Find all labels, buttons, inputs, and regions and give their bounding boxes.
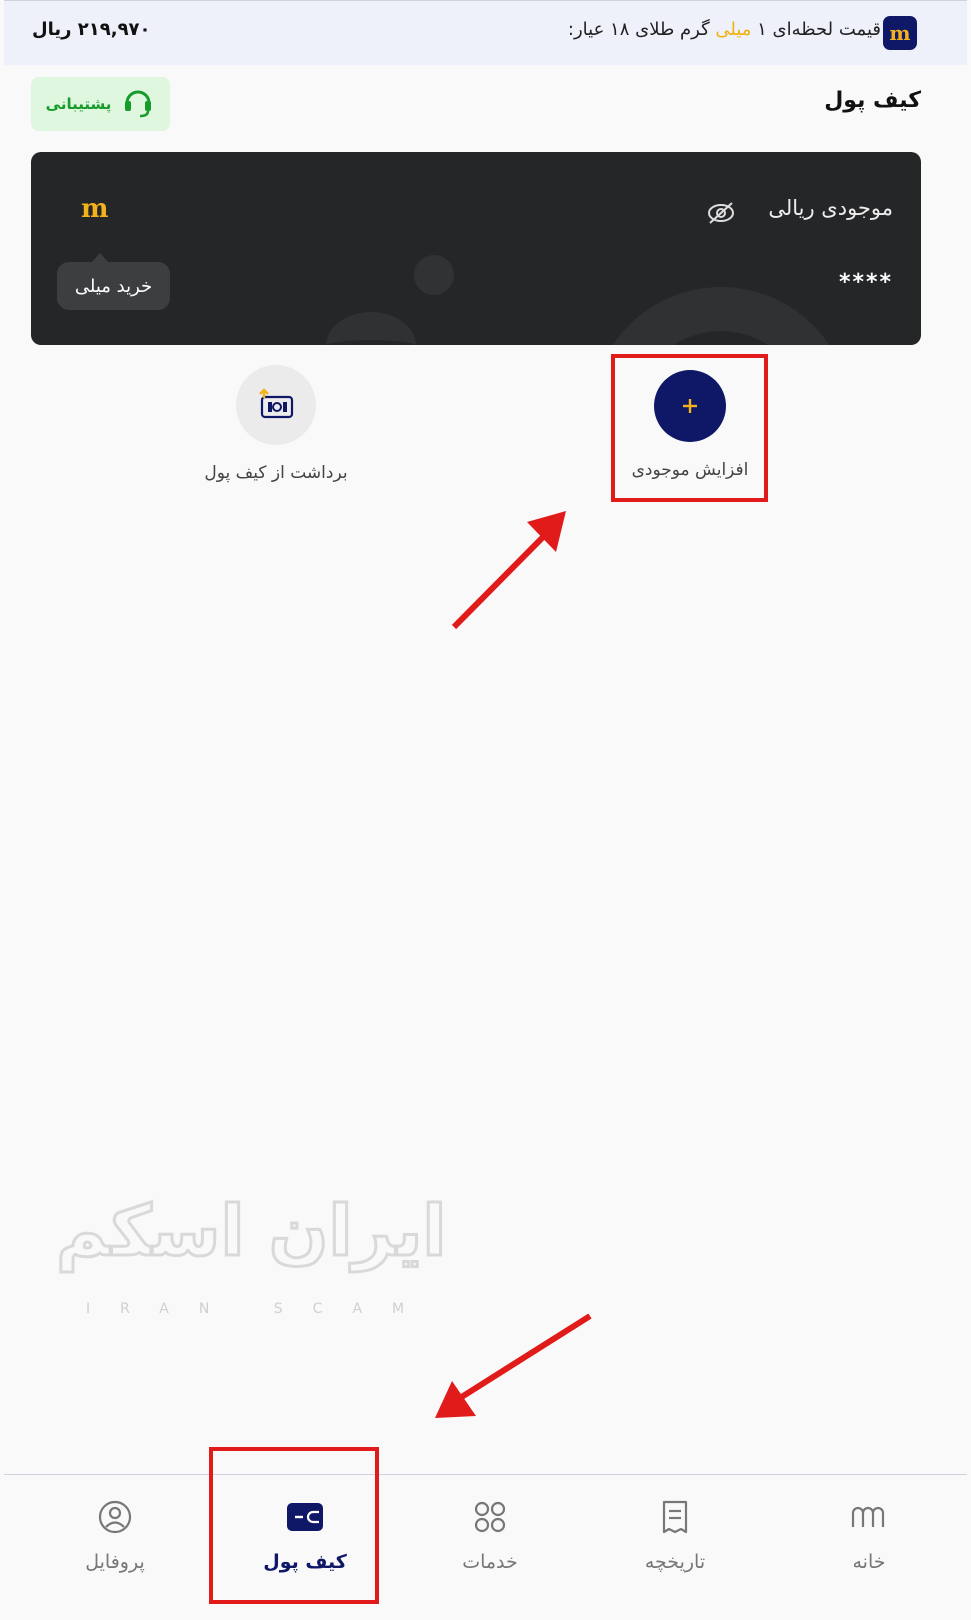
- watermark-latin: IRAN SCAM: [86, 1301, 434, 1315]
- receipt-icon: [657, 1499, 693, 1539]
- bottom-navigation: پروفایل کیف پول خدمات تاریخچه خانه: [4, 1474, 967, 1620]
- nav-label-profile: پروفایل: [85, 1551, 145, 1573]
- user-icon: [97, 1499, 133, 1539]
- nav-item-services[interactable]: خدمات: [415, 1499, 565, 1573]
- home-logo-icon: [849, 1499, 889, 1539]
- annotation-arrowhead-down: [435, 1381, 476, 1418]
- annotation-arrow-down: [458, 1313, 592, 1401]
- watermark-brand: ایران اسکم: [56, 1190, 446, 1272]
- nav-item-history[interactable]: تاریخچه: [600, 1499, 750, 1573]
- nav-label-history: تاریخچه: [644, 1551, 706, 1573]
- nav-label-home: خانه: [852, 1551, 886, 1573]
- nav-label-services: خدمات: [462, 1551, 518, 1573]
- grid-icon: [472, 1499, 508, 1539]
- nav-item-profile[interactable]: پروفایل: [40, 1499, 190, 1573]
- annotation-arrows: [435, 511, 592, 1418]
- iran-scam-watermark: ایران اسکم IRAN SCAM: [55, 1175, 506, 1319]
- annotation-arrow-up: [451, 527, 553, 630]
- annotation-box-wallet-tab: [209, 1447, 379, 1604]
- nav-item-home[interactable]: خانه: [794, 1499, 944, 1573]
